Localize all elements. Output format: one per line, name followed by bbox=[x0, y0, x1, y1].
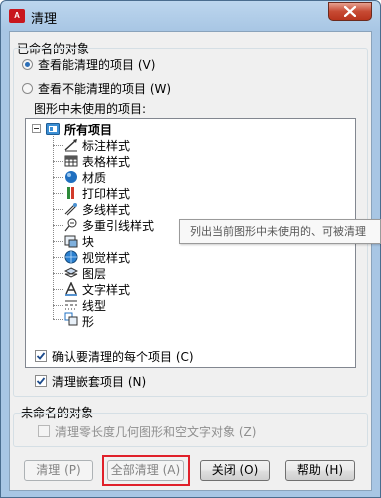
visual-style-icon bbox=[64, 250, 78, 264]
tooltip: 列出当前图形中未使用的、可被清理 bbox=[179, 219, 381, 244]
tree-connector bbox=[53, 136, 54, 319]
view-purgeable-radio[interactable] bbox=[22, 59, 33, 70]
tree-connector bbox=[53, 145, 63, 146]
purge-nested-label[interactable]: 清理嵌套项目 (N) bbox=[52, 373, 146, 390]
tree-connector bbox=[53, 161, 63, 162]
tree-connector bbox=[53, 241, 63, 242]
minus-icon bbox=[34, 128, 39, 129]
purge-button[interactable]: 清理 (P) bbox=[24, 460, 93, 481]
confirm-each-label[interactable]: 确认要清理的每个项目 (C) bbox=[52, 348, 194, 365]
plot-style-icon bbox=[64, 186, 78, 200]
tree-connector bbox=[53, 319, 63, 320]
tree-item-shapes[interactable]: 形 bbox=[82, 313, 94, 330]
multiline-style-icon bbox=[64, 202, 78, 216]
tree-connector bbox=[53, 225, 63, 226]
help-button[interactable]: 帮助 (H) bbox=[285, 460, 355, 481]
collapse-toggle[interactable] bbox=[32, 124, 41, 133]
tree-item-multiline-styles[interactable]: 多线样式 bbox=[82, 201, 130, 218]
close-window-button[interactable] bbox=[328, 2, 372, 21]
purge-zero-length-checkbox[interactable] bbox=[38, 425, 50, 437]
material-sphere-icon bbox=[64, 170, 78, 184]
close-button[interactable]: 关闭 (O) bbox=[200, 460, 270, 481]
confirm-each-checkbox[interactable] bbox=[35, 350, 47, 362]
dialog-content: 已命名的对象 查看能清理的项目 (V) 查看不能清理的项目 (W) 图形中未使用… bbox=[9, 31, 372, 491]
autocad-logo-icon: A bbox=[9, 9, 25, 23]
tree-item-materials[interactable]: 材质 bbox=[82, 169, 106, 186]
tree-item-linetypes[interactable]: 线型 bbox=[82, 297, 106, 314]
view-purgeable-label[interactable]: 查看能清理的项目 (V) bbox=[38, 56, 155, 73]
checkmark-icon bbox=[36, 377, 46, 385]
shape-icon bbox=[64, 312, 78, 326]
tree-connector bbox=[53, 273, 63, 274]
title-bar[interactable]: A 清理 bbox=[1, 1, 380, 31]
all-items-icon bbox=[46, 122, 60, 136]
window-title: 清理 bbox=[31, 12, 58, 27]
linetype-icon bbox=[64, 298, 78, 312]
tree-connector bbox=[53, 177, 63, 178]
view-nonpurgeable-radio[interactable] bbox=[22, 83, 33, 94]
multileader-style-icon bbox=[64, 218, 78, 232]
tree-item-visual-styles[interactable]: 视觉样式 bbox=[82, 249, 130, 266]
checkmark-icon bbox=[36, 352, 46, 360]
block-icon bbox=[64, 234, 78, 248]
tree-item-plot-styles[interactable]: 打印样式 bbox=[82, 185, 130, 202]
tree-connector bbox=[53, 305, 63, 306]
tree-connector bbox=[53, 209, 63, 210]
table-style-icon bbox=[64, 154, 78, 168]
purge-dialog: A 清理 已命名的对象 查看能清理的项目 (V) 查看不能清理的项目 (W) 图… bbox=[0, 0, 381, 498]
text-style-icon bbox=[64, 281, 78, 296]
tree-item-layers[interactable]: 图层 bbox=[82, 265, 106, 282]
tree-connector bbox=[53, 257, 63, 258]
purge-zero-length-label[interactable]: 清理零长度几何图形和空文字对象 (Z) bbox=[55, 423, 256, 440]
purge-nested-checkbox[interactable] bbox=[35, 375, 47, 387]
tree-item-blocks[interactable]: 块 bbox=[82, 233, 94, 250]
tree-item-all[interactable]: 所有项目 bbox=[64, 121, 112, 138]
tree-item-dimension-styles[interactable]: 标注样式 bbox=[82, 137, 130, 154]
view-nonpurgeable-label[interactable]: 查看不能清理的项目 (W) bbox=[38, 80, 171, 97]
tree-connector bbox=[53, 193, 63, 194]
layer-icon bbox=[63, 266, 79, 280]
tree-item-table-styles[interactable]: 表格样式 bbox=[82, 153, 130, 170]
highlight-box bbox=[102, 455, 190, 486]
tree-item-text-styles[interactable]: 文字样式 bbox=[82, 281, 130, 298]
tree-item-multileader-styles[interactable]: 多重引线样式 bbox=[82, 217, 154, 234]
unused-items-label: 图形中未使用的项目: bbox=[34, 102, 147, 116]
tree-connector bbox=[53, 289, 63, 290]
close-icon bbox=[344, 6, 356, 17]
dimension-style-icon bbox=[64, 138, 78, 152]
